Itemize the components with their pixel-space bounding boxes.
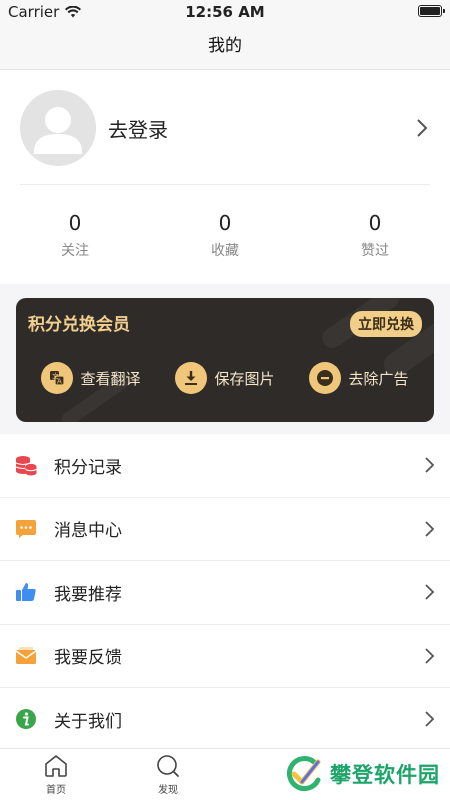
tab-home[interactable]: 首页 [26,753,86,796]
feature-label: 查看翻译 [80,369,141,388]
stat-likes[interactable]: 0 赞过 [300,210,450,260]
chevron-right-icon [425,711,435,727]
thumbs-up-icon [14,580,38,604]
menu-label: 消息中心 [54,521,122,542]
stat-value: 0 [218,211,232,235]
download-icon [175,362,208,394]
svg-text:A: A [57,378,62,386]
stat-label: 关注 [61,243,89,259]
menu-item-about-us[interactable]: 关于我们 [0,688,450,752]
info-icon [14,707,38,731]
feature-label: 保存图片 [214,369,275,388]
menu-label: 我要反馈 [54,648,122,669]
tab-label: 发现 [158,785,178,796]
user-icon [34,107,82,154]
menu-item-feedback[interactable]: 我要反馈 [0,625,450,688]
chevron-right-icon[interactable] [416,118,428,138]
tab-discover[interactable]: 发现 [138,753,198,796]
feature-remove-ads[interactable]: 去除广告 [309,362,409,394]
avatar[interactable] [20,90,96,166]
redeem-button[interactable]: 立即兑换 [350,311,422,337]
translate-icon: 文A [41,362,74,394]
menu-list: 积分记录 消息中心 我要推荐 我要反馈 关于我们 [0,434,450,752]
chevron-right-icon [425,521,435,537]
message-icon [14,517,38,541]
stats-row: 0 关注 0 收藏 0 赞过 [0,210,450,260]
chevron-right-icon [425,457,435,473]
chevron-right-icon [425,648,435,664]
mail-icon [14,644,38,668]
watermark-text: 攀登软件园 [330,763,440,787]
minus-circle-icon [309,362,342,394]
divider [20,184,430,185]
menu-item-recommend[interactable]: 我要推荐 [0,561,450,625]
tab-bar: 首页 发现 攀登软件园 [0,748,450,800]
stat-favorites[interactable]: 0 收藏 [150,210,300,260]
status-bar: Carrier 12:56 AM [0,0,450,24]
stat-label: 赞过 [361,243,389,259]
discover-icon [157,755,179,777]
stat-following[interactable]: 0 关注 [0,210,150,260]
stat-label: 收藏 [211,243,239,259]
watermark-logo-icon [286,756,321,791]
vip-card-wrapper: 积分兑换会员 立即兑换 文A 查看翻译 保存图片 去除广告 [0,284,450,434]
vip-title: 积分兑换会员 [28,315,130,335]
menu-item-points-record[interactable]: 积分记录 [0,434,450,498]
navbar: 我的 [0,24,450,70]
feature-label: 去除广告 [348,369,409,388]
profile-section: 去登录 0 关注 0 收藏 0 赞过 [0,70,450,284]
page-title: 我的 [208,36,242,56]
status-time: 12:56 AM [185,3,265,21]
login-link[interactable]: 去登录 [108,114,168,143]
menu-label: 关于我们 [54,711,122,732]
home-icon [45,755,67,777]
menu-label: 我要推荐 [54,584,122,605]
watermark: 攀登软件园 [284,754,440,794]
tab-label: 首页 [46,785,66,796]
battery-icon [418,5,445,17]
menu-item-message-center[interactable]: 消息中心 [0,498,450,561]
feature-save-image[interactable]: 保存图片 [175,362,275,394]
vip-card: 积分兑换会员 立即兑换 文A 查看翻译 保存图片 去除广告 [16,298,434,422]
chevron-right-icon [425,584,435,600]
menu-label: 积分记录 [54,457,122,478]
vip-features: 文A 查看翻译 保存图片 去除广告 [16,362,434,394]
stat-value: 0 [68,211,82,235]
feature-translate[interactable]: 文A 查看翻译 [41,362,141,394]
stat-value: 0 [368,211,382,235]
coins-icon [14,453,38,477]
